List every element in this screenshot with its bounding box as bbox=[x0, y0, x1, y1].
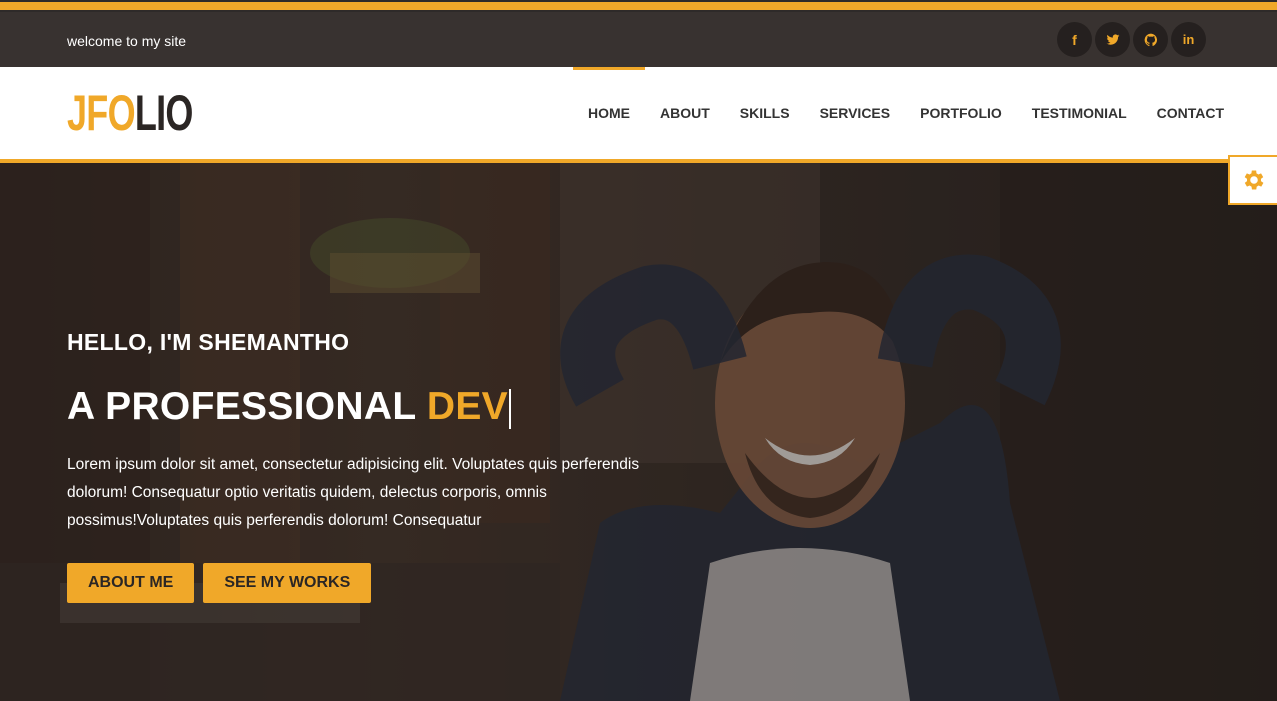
github-link[interactable] bbox=[1133, 22, 1168, 57]
nav-item-skills[interactable]: SKILLS bbox=[725, 67, 805, 159]
social-links: f in bbox=[1057, 22, 1206, 57]
site-logo[interactable]: JFOLIO bbox=[67, 85, 193, 141]
twitter-icon bbox=[1106, 33, 1119, 45]
logo-part-dark: LIO bbox=[134, 85, 194, 141]
twitter-link[interactable] bbox=[1095, 22, 1130, 57]
linkedin-link[interactable]: in bbox=[1171, 22, 1206, 57]
hero-greeting: HELLO, I'M SHEMANTHO bbox=[67, 329, 350, 355]
about-me-button[interactable]: ABOUT ME bbox=[67, 563, 195, 603]
hero-description: Lorem ipsum dolor sit amet, consectetur … bbox=[67, 456, 640, 529]
github-icon bbox=[1144, 33, 1157, 46]
settings-toggle-button[interactable] bbox=[1228, 155, 1277, 205]
nav-item-portfolio[interactable]: PORTFOLIO bbox=[905, 67, 1017, 159]
accent-line bbox=[0, 2, 1277, 10]
hero-headline: A PROFESSIONAL DEV bbox=[67, 385, 511, 429]
facebook-icon: f bbox=[1072, 31, 1077, 48]
linkedin-icon: in bbox=[1182, 32, 1195, 47]
hero-buttons: ABOUT ME SEE MY WORKS bbox=[67, 563, 372, 603]
nav-item-services[interactable]: SERVICES bbox=[805, 67, 906, 159]
headline-static: A PROFESSIONAL bbox=[67, 385, 427, 428]
gear-icon bbox=[1244, 170, 1263, 190]
facebook-link[interactable]: f bbox=[1057, 22, 1092, 57]
nav-item-testimonial[interactable]: TESTIMONIAL bbox=[1017, 67, 1142, 159]
main-navbar: JFOLIO HOME ABOUT SKILLS SERVICES PORTFO… bbox=[0, 67, 1277, 159]
nav-item-home[interactable]: HOME bbox=[573, 67, 645, 159]
welcome-text: welcome to my site bbox=[67, 33, 187, 49]
see-my-works-button[interactable]: SEE MY WORKS bbox=[203, 563, 372, 603]
typing-cursor bbox=[508, 388, 511, 429]
hero-dark-overlay bbox=[0, 163, 1277, 701]
nav-item-about[interactable]: ABOUT bbox=[645, 67, 725, 159]
nav-menu: HOME ABOUT SKILLS SERVICES PORTFOLIO TES… bbox=[573, 67, 1239, 159]
top-accent-strip bbox=[0, 0, 1277, 12]
top-bar: welcome to my site f in bbox=[0, 12, 1277, 67]
headline-typed: DEV bbox=[426, 385, 508, 428]
hero-section: HELLO, I'M SHEMANTHO A PROFESSIONAL DEV … bbox=[0, 163, 1277, 701]
nav-item-contact[interactable]: CONTACT bbox=[1142, 67, 1239, 159]
logo-part-accent: JFO bbox=[67, 85, 136, 141]
